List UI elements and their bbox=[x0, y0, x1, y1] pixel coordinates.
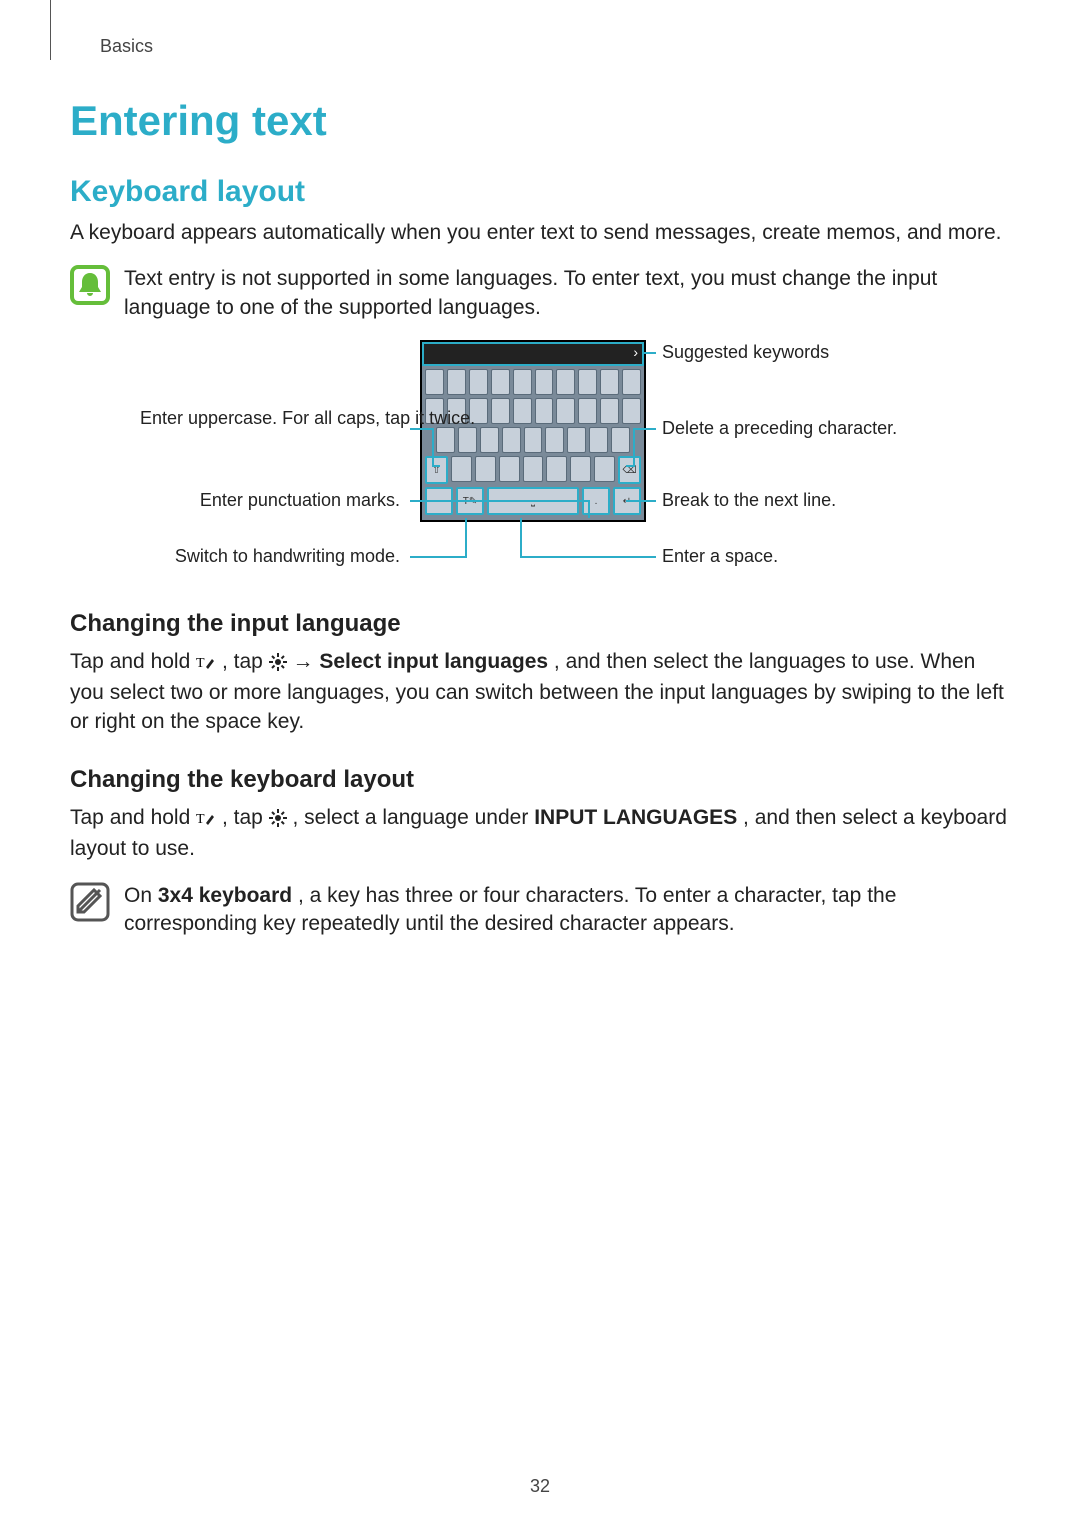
label-punctuation: Enter punctuation marks. bbox=[140, 490, 400, 511]
bold-select-input-languages: Select input languages bbox=[319, 650, 548, 673]
svg-text:T: T bbox=[196, 812, 205, 827]
txt: On bbox=[124, 884, 158, 907]
arrow: → bbox=[293, 650, 320, 673]
bell-icon bbox=[70, 265, 110, 305]
section-heading-keyboard-layout: Keyboard layout bbox=[70, 175, 1010, 209]
shift-key-icon: ⇧ bbox=[425, 456, 448, 484]
delete-key-icon: ⌫ bbox=[618, 456, 641, 484]
txt: Tap and hold bbox=[70, 806, 196, 829]
note-3x4-keyboard: On 3x4 keyboard , a key has three or fou… bbox=[70, 882, 1010, 939]
label-space: Enter a space. bbox=[662, 546, 778, 567]
gear-icon bbox=[269, 651, 287, 679]
section-heading-keyboard-layout-change: Changing the keyboard layout bbox=[70, 766, 1010, 794]
breadcrumb: Basics bbox=[100, 36, 1010, 57]
note-3x4-text: On 3x4 keyboard , a key has three or fou… bbox=[124, 882, 1010, 939]
note-icon bbox=[70, 882, 110, 922]
note-language-text: Text entry is not supported in some lang… bbox=[124, 265, 1010, 322]
txt: Tap and hold bbox=[70, 650, 196, 673]
label-break: Break to the next line. bbox=[662, 490, 836, 511]
bold-input-languages: INPUT LANGUAGES bbox=[534, 806, 737, 829]
header-side-rule bbox=[50, 0, 51, 60]
note-language-support: Text entry is not supported in some lang… bbox=[70, 265, 1010, 322]
suggestion-bar: › bbox=[422, 342, 644, 366]
label-suggested: Suggested keywords bbox=[662, 342, 829, 363]
t-pen-icon: T bbox=[196, 807, 216, 835]
keyboard-diagram: › ⇧ ⌫ T✎ ⎵ bbox=[70, 340, 1010, 580]
txt: , tap bbox=[222, 650, 269, 673]
page-number: 32 bbox=[0, 1476, 1080, 1497]
section-heading-input-language: Changing the input language bbox=[70, 610, 1010, 638]
bold-3x4: 3x4 keyboard bbox=[158, 884, 292, 907]
intro-paragraph: A keyboard appears automatically when yo… bbox=[70, 219, 1010, 247]
chevron-right-icon: › bbox=[633, 344, 638, 360]
txt: , tap bbox=[222, 806, 269, 829]
keyboard-illustration: › ⇧ ⌫ T✎ ⎵ bbox=[420, 340, 646, 522]
txt: , select a language under bbox=[293, 806, 535, 829]
input-language-paragraph: Tap and hold T , tap → Select input lang… bbox=[70, 648, 1010, 736]
label-uppercase: Enter uppercase. For all caps, tap it tw… bbox=[140, 408, 400, 429]
keyboard-layout-paragraph: Tap and hold T , tap , select a language… bbox=[70, 804, 1010, 864]
svg-text:T: T bbox=[196, 656, 205, 671]
t-pen-icon: T bbox=[196, 651, 216, 679]
page-title: Entering text bbox=[70, 97, 1010, 145]
gear-icon bbox=[269, 807, 287, 835]
label-handwriting: Switch to handwriting mode. bbox=[140, 546, 400, 567]
label-delete: Delete a preceding character. bbox=[662, 418, 897, 439]
